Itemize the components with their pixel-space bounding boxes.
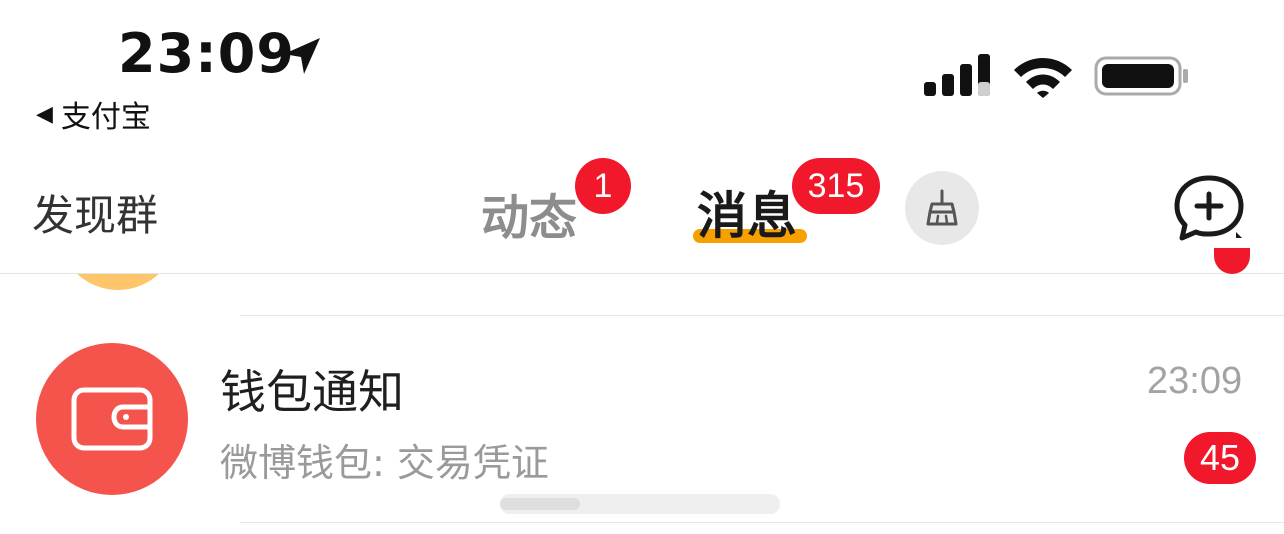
tab-messages-badge: 315 <box>792 158 880 214</box>
signal-icon <box>924 54 990 96</box>
list-item-time: 23:09 <box>1147 360 1243 402</box>
tab-feed-badge: 1 <box>575 158 631 214</box>
back-arrow-icon: ◀ <box>36 101 53 127</box>
broom-icon <box>926 189 958 226</box>
tab-feed[interactable]: 动态 <box>481 178 577 248</box>
discover-groups-button[interactable]: 发现群 <box>32 182 158 243</box>
wallet-icon <box>71 387 153 451</box>
wifi-icon <box>1014 58 1072 98</box>
scroll-indicator <box>500 494 780 514</box>
back-app-label: 支付宝 <box>60 100 151 135</box>
back-to-app-link[interactable]: ◀ 支付宝 <box>36 92 151 136</box>
compose-plus-icon[interactable] <box>1170 172 1248 246</box>
tab-messages[interactable]: 消息 <box>697 176 797 248</box>
battery-icon <box>1094 56 1188 96</box>
location-arrow-icon <box>284 38 320 74</box>
row-divider <box>240 522 1284 523</box>
unread-badge: 45 <box>1184 432 1256 484</box>
list-item-preview: 微博钱包: 交易凭证 <box>220 441 549 485</box>
nav-divider <box>0 273 1284 274</box>
clear-unread-button[interactable] <box>905 171 979 245</box>
list-item-title: 钱包通知 <box>220 365 404 419</box>
wallet-avatar[interactable] <box>36 343 188 495</box>
status-time: 23:09 <box>118 22 295 85</box>
